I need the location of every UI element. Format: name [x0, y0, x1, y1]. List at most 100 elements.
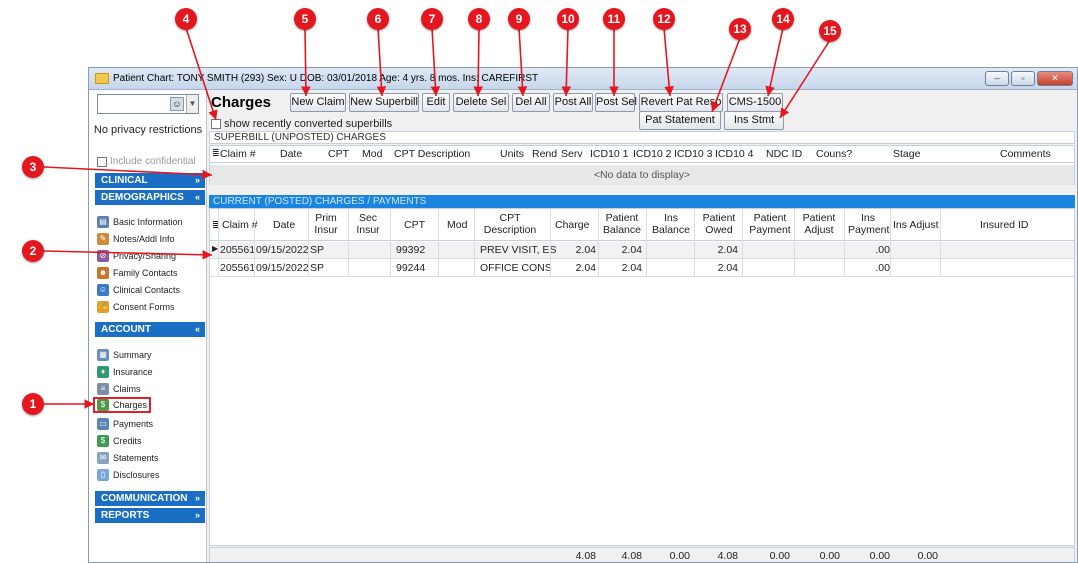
col-patient-payment[interactable]: Patient Payment — [748, 212, 792, 236]
chevron-down-icon[interactable]: ▼ — [186, 95, 198, 113]
section-clinical[interactable]: CLINICAL » — [95, 173, 205, 188]
col-icd10-1[interactable]: ICD10 1 — [590, 148, 629, 160]
section-account[interactable]: ACCOUNT « — [95, 322, 205, 337]
col-icd10-2[interactable]: ICD10 2 — [633, 148, 672, 160]
checkbox-icon[interactable] — [211, 119, 221, 129]
post-sel-button[interactable]: Post Sel — [595, 93, 637, 112]
callout-badge-15: 15 — [819, 20, 841, 42]
cell-prim-insur: SP — [310, 262, 325, 274]
cell-prim-insur: SP — [310, 244, 325, 256]
pat-statement-button[interactable]: Pat Statement — [639, 111, 721, 130]
col-patient-owed[interactable]: Patient Owed — [699, 212, 739, 236]
chevron-icon[interactable]: » — [195, 173, 200, 188]
show-converted-checkbox[interactable]: show recently converted superbills — [211, 118, 392, 130]
col-ndc-id[interactable]: NDC ID — [766, 148, 802, 160]
col-mod[interactable]: Mod — [447, 219, 467, 231]
nav-insurance[interactable]: ♦ Insurance — [97, 364, 153, 380]
nav-charges[interactable]: $ Charges — [93, 397, 152, 413]
current-section-label: CURRENT (POSTED) CHARGES / PAYMENTS — [209, 195, 1075, 208]
col-ins-payment[interactable]: Ins Payment — [848, 212, 889, 236]
delete-sel-button[interactable]: Delete Sel — [453, 93, 509, 112]
column-chooser-icon[interactable]: ≣ — [212, 148, 220, 159]
nav-credits[interactable]: $ Credits — [97, 433, 142, 449]
col-ins-balance[interactable]: Ins Balance — [651, 212, 691, 236]
nav-disclosures[interactable]: ▯ Disclosures — [97, 467, 160, 483]
maximize-button[interactable]: ▫ — [1011, 71, 1035, 86]
revert-pat-resp-button[interactable]: Revert Pat Resp — [639, 93, 723, 112]
checkbox-icon[interactable] — [97, 156, 107, 167]
new-superbill-button[interactable]: New Superbill — [349, 93, 419, 112]
cell-cpt: 99392 — [396, 244, 426, 256]
current-header-row: ≣ Claim # Date Prim Insur Sec Insur CPT … — [210, 209, 1074, 241]
col-sec-insur[interactable]: Sec Insur — [352, 212, 384, 236]
col-claim[interactable]: Claim # — [220, 148, 256, 160]
del-all-button[interactable]: Del All — [512, 93, 550, 112]
col-cpt-description[interactable]: CPT Description — [478, 212, 542, 236]
nav-privacy-sharing[interactable]: ⊘ Privacy/Sharing — [97, 248, 176, 264]
col-charge[interactable]: Charge — [555, 219, 589, 231]
col-stage[interactable]: Stage — [893, 148, 920, 160]
chevron-icon[interactable]: « — [195, 190, 200, 205]
nav-summary[interactable]: ▦ Summary — [97, 347, 152, 363]
chevron-icon[interactable]: » — [195, 491, 200, 506]
cell-patient-owed: 2.04 — [717, 244, 738, 256]
col-icd10-3[interactable]: ICD10 3 — [674, 148, 713, 160]
page-title: Charges — [211, 94, 272, 111]
col-cpt-description[interactable]: CPT Description — [394, 148, 470, 160]
col-rend[interactable]: Rend — [532, 148, 557, 160]
col-prim-insur[interactable]: Prim Insur — [310, 212, 342, 236]
table-row[interactable]: 205561 09/15/2022 SP 99244 OFFICE CONS 2… — [210, 260, 1074, 277]
col-mod[interactable]: Mod — [362, 148, 382, 160]
insurance-icon: ♦ — [97, 366, 109, 378]
table-row[interactable]: ▶ 205561 09/15/2022 SP 99392 PREV VISIT,… — [210, 242, 1074, 259]
col-comments[interactable]: Comments — [1000, 148, 1051, 160]
totals-row: 4.08 4.08 0.00 4.08 0.00 0.00 0.00 0.00 — [209, 547, 1075, 562]
new-claim-button[interactable]: New Claim — [290, 93, 346, 112]
col-insured-id[interactable]: Insured ID — [980, 219, 1028, 231]
nav-notes[interactable]: ✎ Notes/Addl Info — [97, 231, 175, 247]
col-ins-adjust[interactable]: Ins Adjust — [893, 219, 939, 231]
col-cpt[interactable]: CPT — [404, 219, 425, 231]
section-reports[interactable]: REPORTS » — [95, 508, 205, 523]
col-patient-balance[interactable]: Patient Balance — [602, 212, 642, 236]
nav-payments[interactable]: ▭ Payments — [97, 416, 153, 432]
section-demographics[interactable]: DEMOGRAPHICS « — [95, 190, 205, 205]
total-ins-balance: 0.00 — [669, 550, 690, 562]
nav-statements[interactable]: ✉ Statements — [97, 450, 159, 466]
nav-consent-forms[interactable]: ✍ Consent Forms — [97, 299, 175, 315]
col-icd10-4[interactable]: ICD10 4 — [715, 148, 754, 160]
include-confidential-checkbox[interactable]: Include confidential — [97, 156, 196, 167]
nav-family-contacts[interactable]: ☻ Family Contacts — [97, 265, 178, 281]
post-all-button[interactable]: Post All — [553, 93, 593, 112]
chevron-icon[interactable]: » — [195, 508, 200, 523]
cell-ins-payment: .00 — [875, 244, 890, 256]
nav-clinical-contacts[interactable]: ☺ Clinical Contacts — [97, 282, 180, 298]
cell-claim: 205561 — [220, 244, 256, 256]
col-serv[interactable]: Serv — [561, 148, 583, 160]
col-units[interactable]: Units — [500, 148, 524, 160]
cell-cpt-description: PREV VISIT, ES — [480, 244, 557, 256]
minimize-button[interactable]: – — [985, 71, 1009, 86]
col-claim[interactable]: Claim # — [222, 219, 258, 231]
nav-claims[interactable]: ≡ Claims — [97, 381, 141, 397]
section-communication[interactable]: COMMUNICATION » — [95, 491, 205, 506]
callout-badge-6: 6 — [367, 8, 389, 30]
id-card-icon: ▤ — [97, 216, 109, 228]
summary-icon: ▦ — [97, 349, 109, 361]
col-couns[interactable]: Couns? — [816, 148, 852, 160]
ins-stmt-button[interactable]: Ins Stmt — [724, 111, 784, 130]
nav-basic-information[interactable]: ▤ Basic Information — [97, 214, 183, 230]
cms-1500-button[interactable]: CMS-1500 — [727, 93, 783, 112]
col-cpt[interactable]: CPT — [328, 148, 349, 160]
current-charges-grid: ≣ Claim # Date Prim Insur Sec Insur CPT … — [209, 208, 1075, 546]
close-button[interactable]: ✕ — [1037, 71, 1073, 86]
nav-label: Insurance — [113, 367, 153, 377]
patient-search-input[interactable]: ☺ ▼ — [97, 94, 199, 114]
callout-badge-13: 13 — [729, 18, 751, 40]
col-date[interactable]: Date — [273, 219, 295, 231]
col-patient-adjust[interactable]: Patient Adjust — [799, 212, 839, 236]
chevron-icon[interactable]: « — [195, 322, 200, 337]
patient-photo-icon[interactable]: ☺ — [170, 97, 184, 111]
edit-button[interactable]: Edit — [422, 93, 450, 112]
col-date[interactable]: Date — [280, 148, 302, 160]
